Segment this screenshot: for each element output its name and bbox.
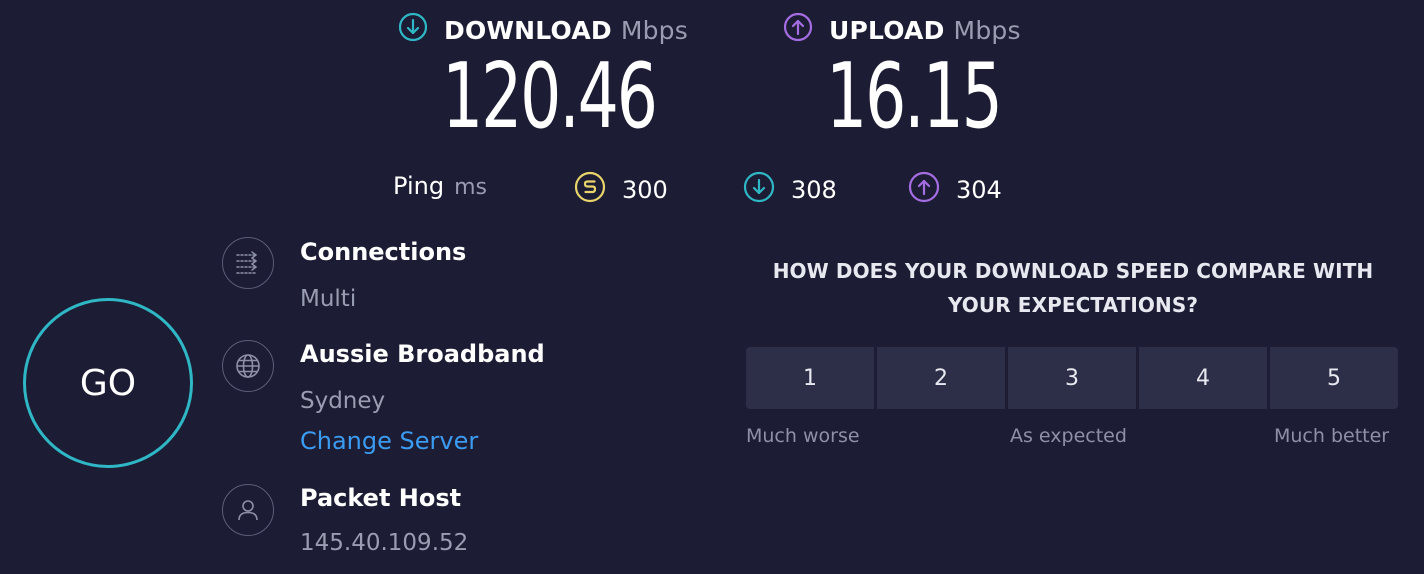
- rating-option-2[interactable]: 2: [877, 347, 1005, 409]
- download-ping-value: 308: [791, 176, 837, 204]
- ping-label: Ping ms: [393, 172, 487, 200]
- download-label: DOWNLOAD: [444, 15, 612, 45]
- download-arrow-icon: [398, 12, 428, 48]
- upload-arrow-icon: [783, 12, 813, 48]
- download-unit: Mbps: [620, 15, 688, 45]
- go-button[interactable]: GO: [23, 298, 193, 468]
- feedback-question-line-1: HOW DOES YOUR DOWNLOAD SPEED COMPARE WIT…: [772, 259, 1374, 283]
- idle-ping-value: 300: [622, 176, 668, 204]
- download-speed-value: 120.46: [442, 44, 658, 149]
- scale-label-mid: As expected: [1010, 425, 1127, 447]
- idle-ping-icon: [574, 171, 622, 209]
- user-icon: [222, 484, 274, 536]
- globe-icon: [222, 340, 274, 392]
- upload-speed-value: 16.15: [826, 44, 1003, 149]
- ping-unit: ms: [454, 175, 487, 200]
- upload-ping: 304: [908, 171, 1002, 209]
- rating-option-4[interactable]: 4: [1139, 347, 1267, 409]
- feedback-question-line-2: YOUR EXPECTATIONS?: [947, 293, 1199, 317]
- host-ip: 145.40.109.52: [300, 530, 469, 556]
- upload-label: UPLOAD: [829, 15, 945, 45]
- scale-label-high: Much better: [1274, 425, 1390, 447]
- rating-option-5[interactable]: 5: [1270, 347, 1398, 409]
- connections-title: Connections: [300, 238, 467, 266]
- host-name: Packet Host: [300, 484, 462, 512]
- upload-unit: Mbps: [953, 15, 1021, 45]
- server-location: Sydney: [300, 388, 386, 414]
- ping-label-text: Ping: [393, 172, 445, 200]
- upload-ping-icon: [908, 171, 956, 209]
- rating-scale: 1 2 3 4 5: [746, 347, 1398, 409]
- rating-option-1[interactable]: 1: [746, 347, 874, 409]
- upload-ping-value: 304: [956, 176, 1002, 204]
- download-header: DOWNLOAD Mbps: [398, 12, 688, 48]
- rating-option-3[interactable]: 3: [1008, 347, 1136, 409]
- upload-header: UPLOAD Mbps: [783, 12, 1021, 48]
- download-ping-icon: [743, 171, 791, 209]
- connections-value: Multi: [300, 286, 357, 312]
- download-ping: 308: [743, 171, 837, 209]
- idle-ping: 300: [574, 171, 668, 209]
- connections-icon: [222, 237, 274, 289]
- scale-label-low: Much worse: [746, 425, 860, 447]
- feedback-question: HOW DOES YOUR DOWNLOAD SPEED COMPARE WIT…: [743, 254, 1403, 322]
- change-server-link[interactable]: Change Server: [300, 427, 478, 455]
- server-provider-name: Aussie Broadband: [300, 340, 545, 368]
